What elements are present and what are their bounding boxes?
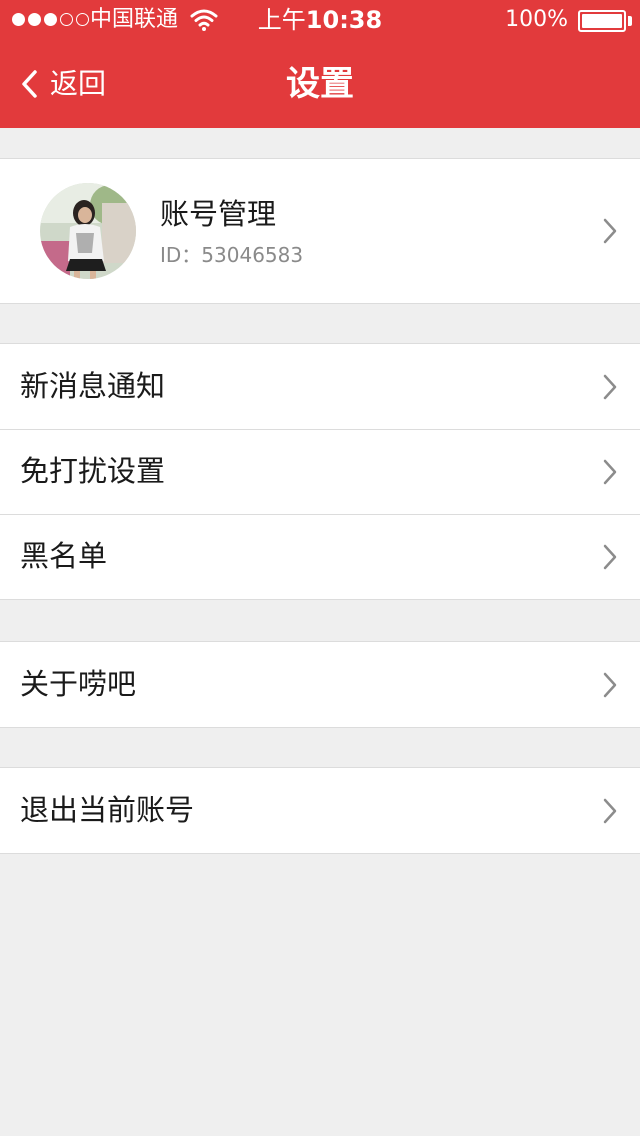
battery-icon <box>578 10 626 32</box>
account-management-row[interactable]: 账号管理 ID：53046583 <box>0 159 640 303</box>
logout-group: 退出当前账号 <box>0 767 640 854</box>
row-label: 退出当前账号 <box>20 793 195 827</box>
time-value: 10:38 <box>305 6 383 34</box>
chevron-right-icon <box>603 459 617 485</box>
chevron-right-icon <box>603 374 617 400</box>
account-id: ID：53046583 <box>160 243 304 267</box>
account-group: 账号管理 ID：53046583 <box>0 158 640 304</box>
account-name: 账号管理 <box>160 197 277 231</box>
battery-percent: 100% <box>505 7 568 32</box>
notification-settings-group: 新消息通知 免打扰设置 黑名单 <box>0 343 640 600</box>
page-title: 设置 <box>286 64 354 104</box>
row-label: 关于唠吧 <box>20 667 137 701</box>
row-label: 免打扰设置 <box>20 454 166 488</box>
chevron-right-icon <box>603 672 617 698</box>
time-prefix: 上午 <box>257 6 306 34</box>
chevron-right-icon <box>603 798 617 824</box>
battery-tip <box>628 16 632 26</box>
blacklist-row[interactable]: 黑名单 <box>0 514 640 599</box>
avatar <box>40 183 136 279</box>
about-group: 关于唠吧 <box>0 641 640 728</box>
top-bar: 中国联通 上午10:38 100% 返回 设置 <box>0 0 640 128</box>
row-label: 黑名单 <box>20 539 108 573</box>
chevron-right-icon <box>603 544 617 570</box>
new-message-notification-row[interactable]: 新消息通知 <box>0 344 640 429</box>
chevron-right-icon <box>603 218 617 244</box>
status-bar: 中国联通 上午10:38 100% <box>0 0 640 40</box>
navigation-bar: 返回 设置 <box>0 40 640 128</box>
logout-row[interactable]: 退出当前账号 <box>0 768 640 853</box>
row-label: 新消息通知 <box>20 369 166 403</box>
do-not-disturb-row[interactable]: 免打扰设置 <box>0 429 640 514</box>
about-row[interactable]: 关于唠吧 <box>0 642 640 727</box>
